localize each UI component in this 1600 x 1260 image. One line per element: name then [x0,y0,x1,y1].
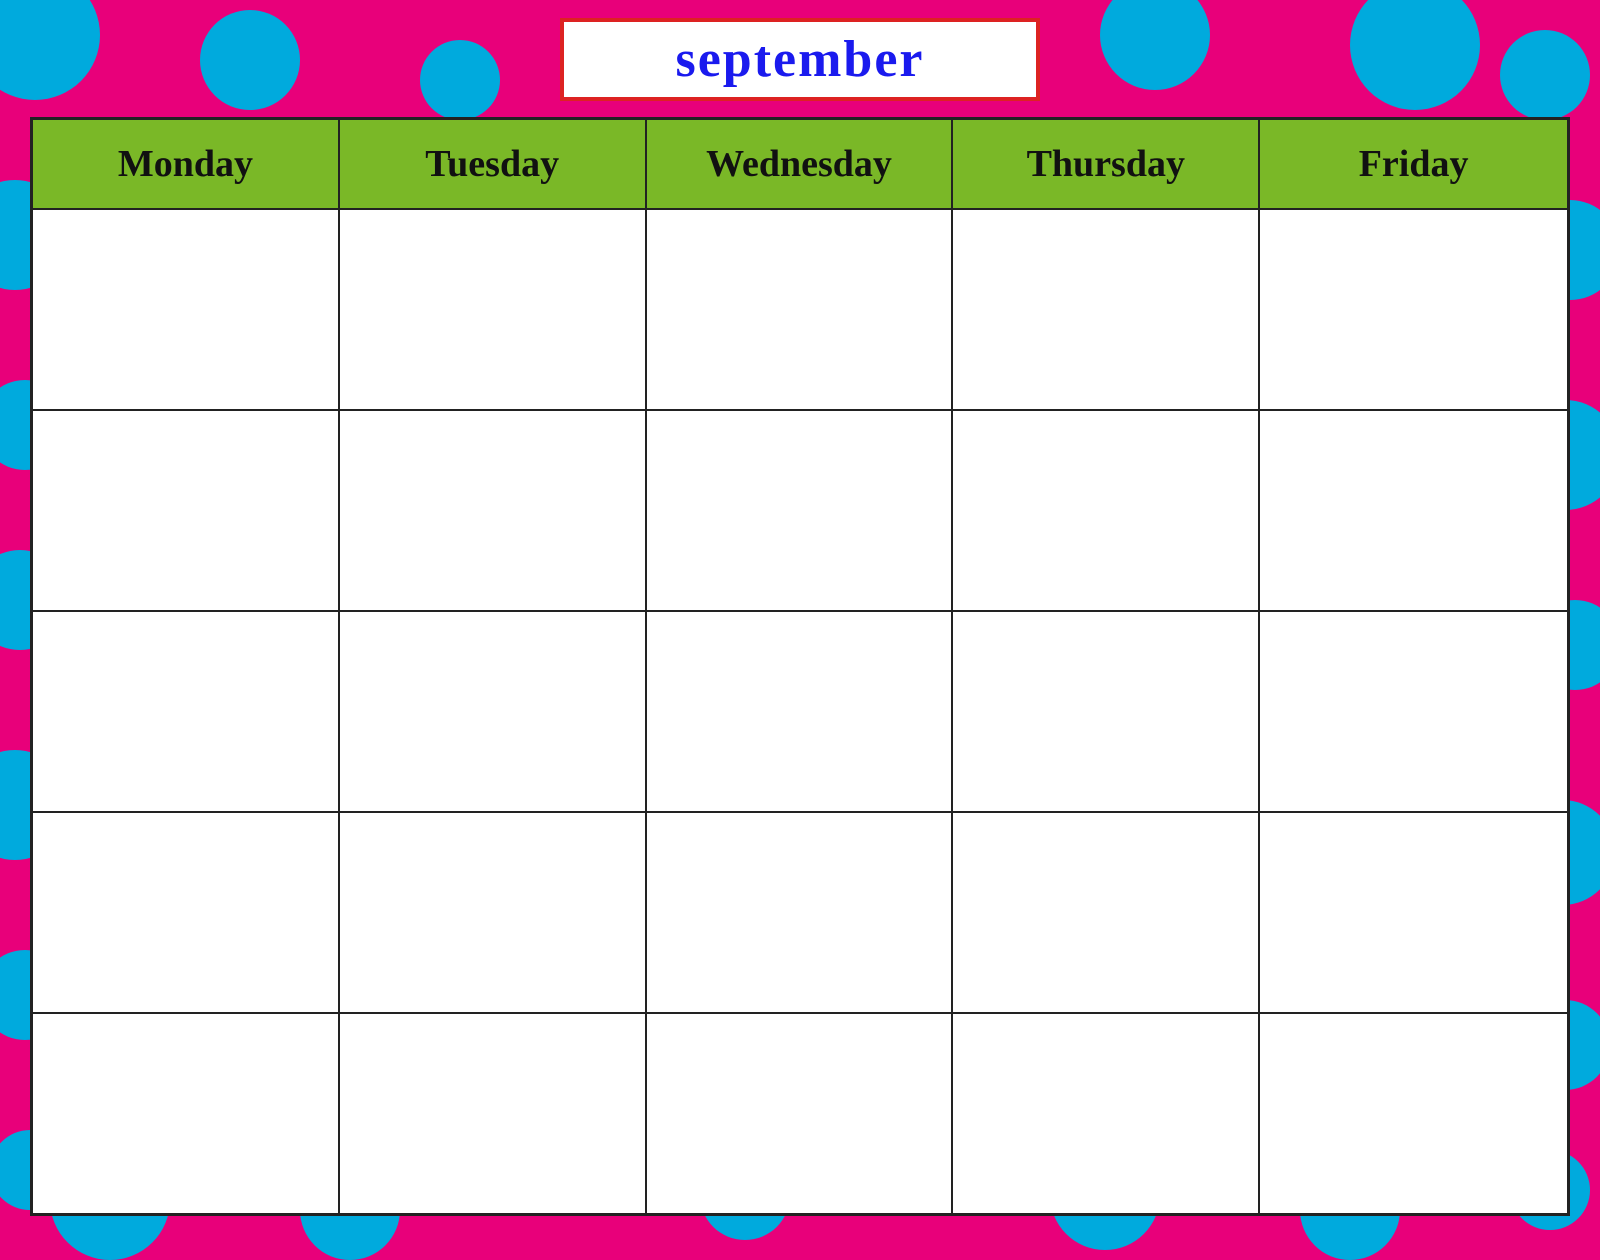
cell-r1-fri[interactable] [1260,210,1567,409]
cell-r2-thu[interactable] [953,411,1260,610]
cell-r3-tue[interactable] [340,612,647,811]
title-box: september [560,18,1040,101]
cell-r2-wed[interactable] [647,411,954,610]
cell-r2-tue[interactable] [340,411,647,610]
cell-r1-thu[interactable] [953,210,1260,409]
calendar-container: Monday Tuesday Wednesday Thursday Friday [30,117,1570,1216]
cell-r1-tue[interactable] [340,210,647,409]
cell-r3-fri[interactable] [1260,612,1567,811]
cell-r5-tue[interactable] [340,1014,647,1213]
calendar-body [33,208,1567,1213]
page-wrapper: september Monday Tuesday Wednesday Thurs… [0,0,1600,1236]
cell-r3-thu[interactable] [953,612,1260,811]
cell-r5-fri[interactable] [1260,1014,1567,1213]
header-tuesday: Tuesday [340,120,647,208]
cell-r4-wed[interactable] [647,813,954,1012]
cell-r4-fri[interactable] [1260,813,1567,1012]
cell-r3-mon[interactable] [33,612,340,811]
calendar-title: september [675,31,924,88]
cell-r5-wed[interactable] [647,1014,954,1213]
cell-r2-fri[interactable] [1260,411,1567,610]
cell-r2-mon[interactable] [33,411,340,610]
header-friday: Friday [1260,120,1567,208]
cell-r5-mon[interactable] [33,1014,340,1213]
calendar-row-4 [33,811,1567,1012]
cell-r4-mon[interactable] [33,813,340,1012]
cell-r4-thu[interactable] [953,813,1260,1012]
calendar-row-1 [33,208,1567,409]
calendar-row-2 [33,409,1567,610]
cell-r1-wed[interactable] [647,210,954,409]
header-monday: Monday [33,120,340,208]
calendar-row-3 [33,610,1567,811]
cell-r5-thu[interactable] [953,1014,1260,1213]
calendar-header: Monday Tuesday Wednesday Thursday Friday [33,120,1567,208]
calendar-row-5 [33,1012,1567,1213]
cell-r4-tue[interactable] [340,813,647,1012]
cell-r1-mon[interactable] [33,210,340,409]
header-wednesday: Wednesday [647,120,954,208]
header-thursday: Thursday [953,120,1260,208]
cell-r3-wed[interactable] [647,612,954,811]
